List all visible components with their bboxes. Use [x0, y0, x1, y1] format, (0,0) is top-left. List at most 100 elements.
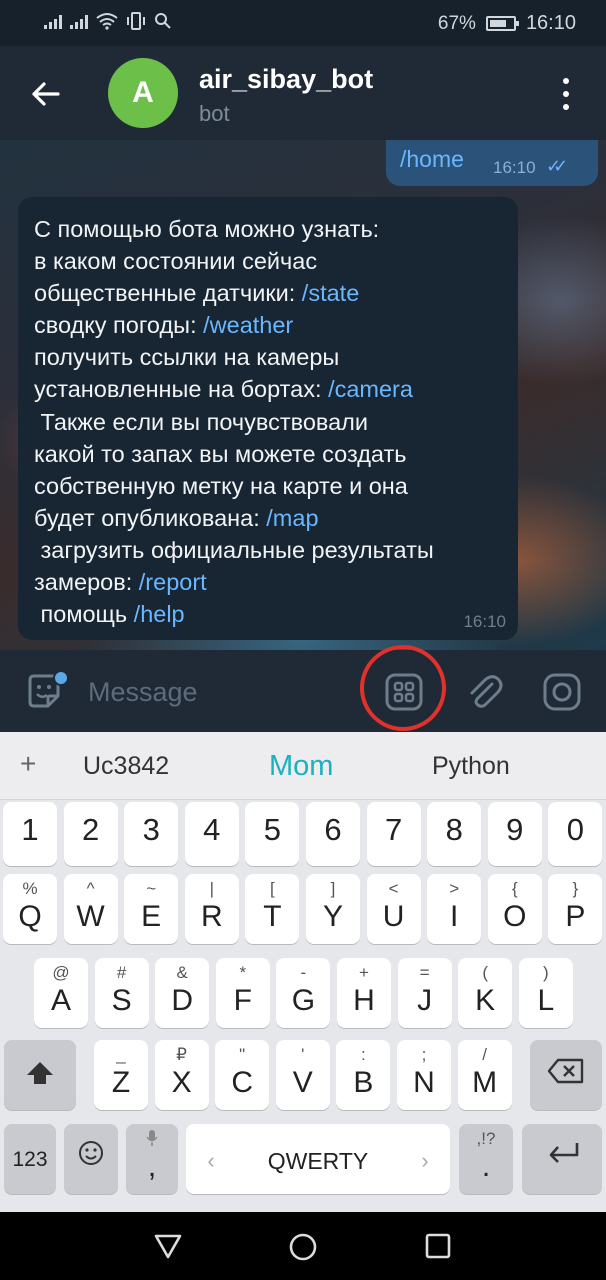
- key-symbol: =: [419, 963, 430, 982]
- key-symbol: +: [359, 963, 369, 982]
- message-line-text: С помощью бота можно узнать:: [34, 216, 380, 242]
- key-label: K: [475, 984, 496, 1017]
- key-d[interactable]: & D: [155, 958, 210, 1028]
- attach-icon[interactable]: [464, 672, 504, 712]
- key-o[interactable]: {O: [487, 874, 542, 944]
- more-options-icon[interactable]: [556, 78, 576, 110]
- message-command-link[interactable]: /home: [400, 146, 464, 173]
- key-h[interactable]: + H: [337, 958, 391, 1028]
- key-b[interactable]: :B: [336, 1040, 391, 1110]
- key-5[interactable]: 5: [245, 802, 300, 866]
- key-label: P: [565, 900, 586, 933]
- key-p[interactable]: } P: [548, 874, 603, 944]
- chat-title[interactable]: air_sibay_bot: [199, 64, 373, 95]
- key-r[interactable]: | R: [184, 874, 239, 944]
- enter-icon: [522, 1140, 602, 1176]
- message-line-text: общественные датчики:: [34, 280, 302, 307]
- key-e[interactable]: ~ E: [124, 874, 179, 944]
- key-y[interactable]: ] Y: [306, 874, 360, 944]
- shift-key[interactable]: [4, 1040, 76, 1110]
- key-q[interactable]: % Q: [3, 874, 57, 944]
- vibrate-icon: [127, 12, 145, 30]
- key-x[interactable]: ₽ X: [154, 1040, 209, 1110]
- key-label: G: [291, 984, 316, 1017]
- mic-comma-key[interactable]: ,: [126, 1124, 178, 1194]
- key-6[interactable]: 6: [306, 802, 360, 866]
- key-symbol: ~: [146, 879, 157, 898]
- key-j[interactable]: = J: [397, 958, 452, 1028]
- key-a[interactable]: @ A: [34, 958, 88, 1028]
- key-symbol: ]: [330, 879, 336, 898]
- symbols-key[interactable]: 123: [4, 1124, 56, 1194]
- suggestion-item[interactable]: Python: [432, 752, 510, 781]
- command-link[interactable]: /map: [266, 505, 318, 531]
- enter-key[interactable]: [522, 1124, 602, 1194]
- key-m[interactable]: / M: [457, 1040, 512, 1110]
- key-9[interactable]: 9: [487, 802, 542, 866]
- message-line: будет опубликована: /map: [34, 502, 510, 534]
- key-k[interactable]: (K: [458, 958, 513, 1028]
- command-link[interactable]: /weather: [203, 312, 293, 338]
- nav-recents-icon[interactable]: [425, 1233, 451, 1259]
- key-l[interactable]: ) L: [518, 958, 573, 1028]
- backspace-key[interactable]: [530, 1040, 602, 1110]
- incoming-message[interactable]: С помощью бота можно узнать: в каком сост…: [18, 197, 518, 640]
- key-3[interactable]: 3: [124, 802, 179, 866]
- search-icon: [155, 13, 171, 29]
- emoji-key[interactable]: [64, 1124, 118, 1194]
- message-input[interactable]: [88, 674, 338, 710]
- key-g[interactable]: -G: [276, 958, 331, 1028]
- key-symbol: ": [239, 1045, 246, 1064]
- key-label: N: [413, 1066, 435, 1099]
- camera-icon[interactable]: [542, 672, 582, 712]
- suggestion-item-primary[interactable]: Mom: [269, 750, 333, 783]
- suggestion-item[interactable]: Uc3842: [83, 752, 169, 781]
- back-arrow-icon[interactable]: [28, 76, 64, 112]
- key-c[interactable]: " C: [215, 1040, 270, 1110]
- avatar[interactable]: A: [108, 58, 178, 128]
- command-link[interactable]: /help: [134, 601, 185, 627]
- suggestion-plus-button[interactable]: +: [20, 748, 36, 780]
- command-link[interactable]: /camera: [328, 376, 413, 402]
- command-link[interactable]: /state: [302, 280, 359, 306]
- key-symbol: /: [482, 1045, 487, 1064]
- key-w[interactable]: ^ W: [63, 874, 118, 944]
- space-key[interactable]: QWERTY ‹ ›: [186, 1124, 450, 1194]
- key-u[interactable]: < U: [366, 874, 421, 944]
- key-i[interactable]: > I: [427, 874, 482, 944]
- key-label: L: [537, 984, 555, 1017]
- nav-back-icon[interactable]: [154, 1233, 182, 1259]
- avatar-letter: A: [132, 76, 154, 109]
- key-7[interactable]: 7: [366, 802, 421, 866]
- message-line-text: замеров:: [34, 569, 139, 596]
- chat-header: A air_sibay_bot bot: [0, 46, 606, 140]
- key-s[interactable]: # S: [94, 958, 149, 1028]
- status-icons-right: 67% 16:10: [438, 12, 576, 35]
- key-symbol: ): [542, 963, 549, 982]
- key-symbol: (: [482, 963, 489, 982]
- key-z[interactable]: _ Z: [94, 1040, 148, 1110]
- nav-home-icon[interactable]: [288, 1232, 318, 1262]
- key-label: J: [417, 984, 433, 1017]
- key-4[interactable]: 4: [184, 802, 239, 866]
- chat-subtitle: bot: [199, 101, 230, 126]
- key-t[interactable]: [T: [245, 874, 300, 944]
- key-symbol: }: [572, 879, 579, 898]
- chat-area[interactable]: /home 16:10 ✓✓ С помощью бота можно узна…: [0, 140, 606, 650]
- punctuation-key[interactable]: ,!?.: [459, 1124, 513, 1194]
- outgoing-message[interactable]: /home 16:10 ✓✓: [386, 140, 598, 186]
- key-2[interactable]: 2: [63, 802, 118, 866]
- key-v[interactable]: ' V: [275, 1040, 330, 1110]
- key-label: W: [76, 900, 105, 933]
- key-8[interactable]: 8: [427, 802, 482, 866]
- key-n[interactable]: ; N: [397, 1040, 451, 1110]
- shift-icon: [4, 1060, 76, 1094]
- key-1[interactable]: 1: [3, 802, 57, 866]
- command-link[interactable]: /report: [139, 569, 207, 595]
- key-label: 6: [324, 812, 342, 847]
- message-line: загрузить официальные результаты: [34, 534, 510, 566]
- key-f[interactable]: * F: [215, 958, 270, 1028]
- message-line: в каком состоянии сейчас: [34, 245, 510, 277]
- message-line: установленные на бортах: /camera: [34, 373, 510, 405]
- key-0[interactable]: 0: [548, 802, 603, 866]
